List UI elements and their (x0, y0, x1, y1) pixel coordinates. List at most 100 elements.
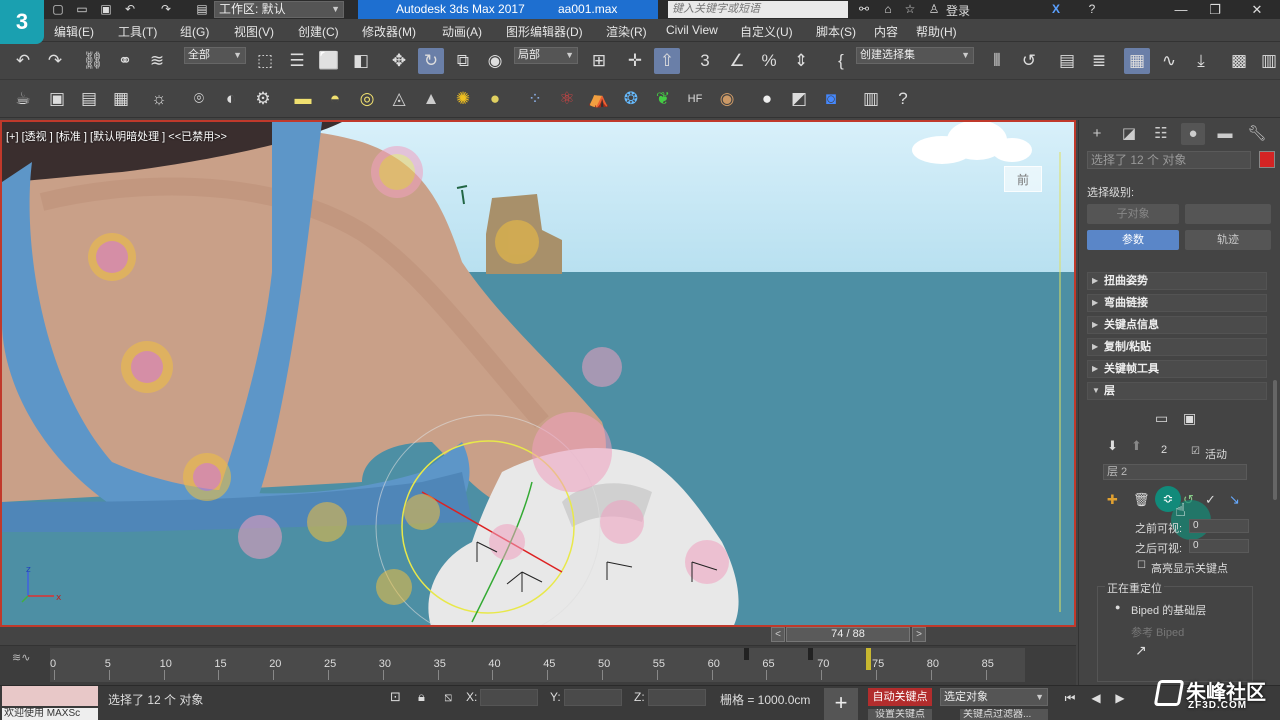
modify-tab-icon[interactable]: ◪ (1117, 123, 1141, 145)
material-sphere-icon[interactable]: ● (754, 86, 780, 112)
restore-icon[interactable]: ❐ (1198, 0, 1232, 19)
gear-icon[interactable]: ❂ (618, 86, 644, 112)
binoculars-icon[interactable]: ⚯ (856, 2, 872, 17)
menu-animation[interactable]: 动画(A) (442, 23, 482, 40)
particles-icon[interactable]: ⁘ (522, 86, 548, 112)
texture-ball-icon[interactable]: ◉ (714, 86, 740, 112)
help-icon[interactable]: ? (890, 86, 916, 112)
cone-icon[interactable]: ▲ (418, 86, 444, 112)
prev-key-icon[interactable]: ◀ (1086, 690, 1106, 706)
user-icon[interactable]: ♙ (926, 2, 942, 17)
render-setup-icon[interactable]: ▤ (76, 86, 102, 112)
isolate-selection-icon[interactable]: ⊡ (390, 689, 401, 705)
trajectories-button[interactable]: 轨迹 (1185, 230, 1271, 250)
subobject-button[interactable]: 子对象 (1087, 204, 1179, 224)
new-file-icon[interactable]: ▢ (50, 2, 66, 17)
favorites-star-icon[interactable]: ☆ (902, 2, 918, 17)
selected-object-dropdown[interactable]: 选定对象 ▼ (940, 688, 1048, 706)
hemisphere-icon[interactable]: ◓ (322, 86, 348, 112)
menu-edit[interactable]: 编辑(E) (54, 23, 94, 40)
next-layer-up-icon[interactable]: ⬆ (1131, 438, 1142, 454)
app-logo[interactable]: 3 (0, 0, 44, 44)
motion-tab-icon[interactable]: ● (1181, 123, 1205, 145)
parameters-button[interactable]: 参数 (1087, 230, 1179, 250)
x-coordinate-field[interactable] (480, 689, 538, 706)
rollout-bend-links[interactable]: ▶ 弯曲链接 (1087, 294, 1267, 312)
rect-selection-icon[interactable]: ⬜ (316, 48, 342, 74)
goto-start-icon[interactable]: ⏮ (1060, 690, 1080, 706)
login-link[interactable]: 登录 (946, 2, 970, 19)
search-input[interactable]: 键入关键字或短语 (668, 1, 848, 18)
utilities-tab-icon[interactable]: 🔧︎ (1245, 123, 1269, 145)
tent-icon[interactable]: ⛺ (586, 86, 612, 112)
create-tab-icon[interactable]: + (1085, 123, 1109, 145)
place-icon[interactable]: ◉ (482, 48, 508, 74)
scale-icon[interactable]: ⧉ (450, 48, 476, 74)
curve-editor-icon[interactable]: ∿ (1156, 48, 1182, 74)
molecule-icon[interactable]: ⚛ (554, 86, 580, 112)
menu-scripting[interactable]: 脚本(S) (816, 23, 856, 40)
camera-icon[interactable]: ⌾ (186, 86, 212, 112)
previous-layer-down-icon[interactable]: ⬇ (1107, 438, 1118, 454)
unlink-icon[interactable]: ⚭ (112, 48, 138, 74)
prev-frame-arrow-icon[interactable]: < (771, 627, 785, 642)
spinner-snap-icon[interactable]: ⇕ (788, 48, 814, 74)
sun-icon[interactable]: ✺ (450, 86, 476, 112)
viewcube[interactable]: 前 (1004, 166, 1042, 192)
project-folder-icon[interactable]: ▤ (194, 2, 210, 17)
subscription-icon[interactable]: ⌂ (880, 2, 896, 17)
align-icon[interactable]: ↺ (1016, 48, 1042, 74)
menu-tools[interactable]: 工具(T) (118, 23, 157, 40)
next-frame-arrow-icon[interactable]: > (912, 627, 926, 642)
subobject-dropdown[interactable] (1185, 204, 1271, 224)
rollout-twist-poses[interactable]: ▶ 扭曲姿势 (1087, 272, 1267, 290)
hair-fur-icon[interactable]: HF (682, 86, 708, 112)
absolute-mode-icon[interactable]: ⧅ (444, 689, 452, 705)
reference-coordinate-dropdown[interactable]: 局部 ▼ (514, 47, 578, 64)
select-manipulate-icon[interactable]: ✛ (622, 48, 648, 74)
layer-explorer-icon[interactable]: ≣ (1086, 48, 1112, 74)
help-icon[interactable]: ? (1084, 2, 1100, 17)
environment-icon[interactable]: ◐ (218, 86, 244, 112)
set-key-big-icon[interactable]: + (824, 688, 858, 720)
sky-dome-icon[interactable]: ● (482, 86, 508, 112)
workspace-dropdown[interactable]: 工作区: 默认 ▼ (214, 1, 344, 18)
save-layers-icon[interactable]: ▣ (1183, 410, 1196, 427)
lock-selection-icon[interactable]: 🔒︎ (418, 689, 425, 705)
rotate-icon[interactable]: ↻ (418, 48, 444, 74)
percent-snap-icon[interactable]: % (756, 48, 782, 74)
active-checkbox[interactable]: ☑ (1191, 446, 1200, 457)
undo-icon[interactable]: ↶ (122, 2, 138, 17)
redo-icon[interactable]: ↷ (42, 48, 68, 74)
scene-explorer-icon[interactable]: ▤ (1054, 48, 1080, 74)
move-icon[interactable]: ✥ (386, 48, 412, 74)
viewport-label[interactable]: [+] [透视 ] [标准 ] [默认明暗处理 ] <<已禁用>> (6, 128, 227, 144)
maxscript-listener-text[interactable]: 欢迎使用 MAXSc (2, 708, 98, 720)
set-key-button[interactable]: 设置关键点 (868, 709, 932, 720)
curve-editor-mini-icon[interactable]: ≋∿ (12, 651, 30, 664)
angle-snap-icon[interactable]: ∠ (724, 48, 750, 74)
rollout-key-info[interactable]: ▶ 关键点信息 (1087, 316, 1267, 334)
pick-arrow-icon[interactable]: ↗ (1135, 642, 1147, 659)
rendered-frame-window-icon[interactable]: ▦ (108, 86, 134, 112)
redo-icon[interactable]: ↷ (158, 2, 174, 17)
frame-indicator[interactable]: 74 / 88 (786, 627, 910, 642)
rollout-layers[interactable]: ▼ 层 (1087, 382, 1267, 400)
teapot-icon[interactable]: ☕ (10, 86, 36, 112)
layer-name-field[interactable]: 层 2 (1103, 464, 1247, 480)
hierarchy-tab-icon[interactable]: ☷ (1149, 123, 1173, 145)
play-icon[interactable]: ▶ (1110, 690, 1130, 706)
keyboard-shortcut-override-icon[interactable]: ⇧ (654, 48, 680, 74)
material-editor-icon[interactable]: ▩ (1226, 48, 1252, 74)
highlight-keys-checkbox[interactable]: ☐ (1137, 560, 1146, 571)
pivot-center-icon[interactable]: ⊞ (586, 48, 612, 74)
select-object-icon[interactable]: ⬚ (252, 48, 278, 74)
grass-icon[interactable]: ❦ (650, 86, 676, 112)
create-layer-icon[interactable]: ✚ (1107, 492, 1118, 508)
render-setup-icon[interactable]: ▥ (1256, 48, 1280, 74)
effects-icon[interactable]: ⚙ (250, 86, 276, 112)
menu-customize[interactable]: 自定义(U) (740, 23, 793, 40)
render-frame-icon[interactable]: ▣ (44, 86, 70, 112)
toggle-ribbon-icon[interactable]: ▦ (1124, 48, 1150, 74)
load-layers-folder-icon[interactable]: ▭ (1155, 410, 1168, 427)
